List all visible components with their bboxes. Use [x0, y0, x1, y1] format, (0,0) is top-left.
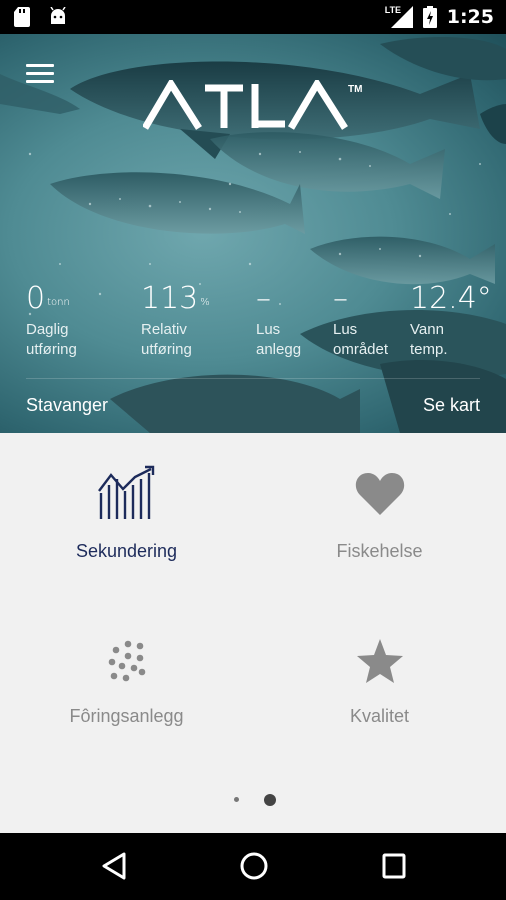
- signal-icon: LTE: [384, 5, 413, 28]
- pellets-icon: [108, 640, 145, 682]
- star-icon: [356, 639, 403, 683]
- stat-label: utføring: [26, 341, 77, 358]
- page-dot[interactable]: [234, 797, 239, 802]
- tile-label: Fiskehelse: [336, 541, 423, 561]
- status-bar: LTE 1:25: [0, 0, 506, 34]
- tile-label: Sekundering: [75, 541, 178, 561]
- stat-value: –: [333, 281, 348, 316]
- tile-fiskehelse[interactable]: Fiskehelse: [253, 453, 506, 618]
- tile-label: Fôringsanlegg: [69, 706, 184, 726]
- stat-water-temp: 12.4° Vann temp.: [410, 282, 500, 360]
- divider: [26, 378, 480, 379]
- tile-kvalitet[interactable]: Kvalitet: [253, 628, 506, 793]
- android-icon: [50, 7, 66, 24]
- tile-foringsanlegg[interactable]: Fôringsanlegg: [0, 628, 253, 793]
- stat-label: Vann: [410, 321, 444, 338]
- stat-value: –: [256, 281, 271, 316]
- page-dot-active[interactable]: [264, 794, 276, 806]
- stat-label: Daglig: [26, 321, 69, 338]
- stat-value: 113: [141, 281, 199, 316]
- stat-unit: %: [200, 297, 210, 308]
- atla-logo: TM: [143, 80, 362, 130]
- page-indicator: [0, 790, 506, 810]
- tile-label: Kvalitet: [349, 706, 410, 726]
- stat-value: 12.4°: [410, 281, 492, 316]
- heart-icon: [355, 473, 404, 515]
- chart-trend-icon: [97, 465, 154, 519]
- menu-button[interactable]: [26, 64, 54, 86]
- navigation-bar: [0, 833, 506, 900]
- tile-sekundering[interactable]: Sekundering: [0, 453, 253, 618]
- stats-row: 0 tonn Daglig utføring 113% Relativ utførin…: [0, 282, 506, 362]
- recents-icon[interactable]: [381, 851, 407, 881]
- stat-unit: tonn: [47, 297, 70, 308]
- feature-grid: Sekundering Fiskehelse Fôringsanlegg Kva…: [0, 433, 506, 833]
- stat-value: 0: [26, 281, 46, 316]
- stat-label: Relativ: [141, 321, 187, 338]
- stat-relative-feeding: 113% Relativ utføring: [141, 282, 231, 360]
- stat-label: temp.: [410, 341, 448, 358]
- stat-daily-feeding: 0 tonn Daglig utføring: [26, 282, 116, 360]
- trademark: TM: [348, 84, 362, 95]
- stat-label: utføring: [141, 341, 192, 358]
- home-icon[interactable]: [239, 851, 269, 881]
- location-label: Stavanger: [26, 395, 109, 415]
- clock: 1:25: [446, 6, 494, 28]
- sd-card-icon: [14, 7, 30, 27]
- battery-icon: [422, 6, 437, 28]
- network-label: LTE: [384, 5, 402, 15]
- hero-banner: TM 0 tonn Daglig utføring 113% Relativ utfø…: [0, 34, 506, 433]
- see-map-link[interactable]: Se kart: [423, 395, 480, 416]
- back-icon[interactable]: [101, 851, 127, 881]
